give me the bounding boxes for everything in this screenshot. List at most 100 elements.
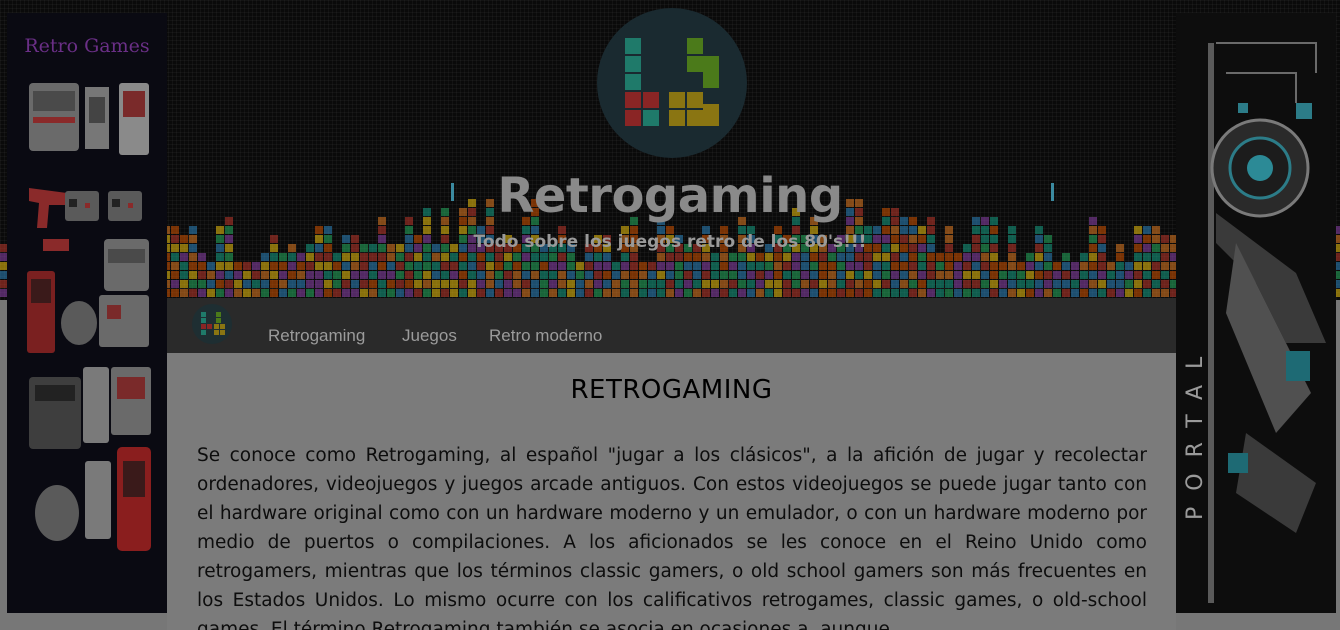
tetris-block [171, 289, 179, 297]
tetris-block [1143, 226, 1151, 234]
tetris-block [702, 262, 710, 270]
tetris-block [576, 262, 584, 270]
tetris-block [1116, 280, 1124, 288]
tetris-block [648, 289, 656, 297]
site-subtitle: Todo sobre los juegos retro de los 80's!… [473, 232, 867, 252]
tetris-block [639, 262, 647, 270]
tetris-block [180, 262, 188, 270]
tetris-block [738, 271, 746, 279]
tetris-block [315, 280, 323, 288]
tetris-block [1161, 244, 1169, 252]
tetris-block [1125, 262, 1133, 270]
tetris-block [198, 253, 206, 261]
tetris-block [306, 289, 314, 297]
tetris-block [288, 244, 296, 252]
tetris-block [738, 280, 746, 288]
tetris-block [531, 289, 539, 297]
tetris-block [837, 253, 845, 261]
retro-consoles-illustration [27, 83, 151, 551]
site-logo[interactable] [597, 8, 747, 158]
site-header: Retrogaming Todo sobre los juegos retro … [0, 0, 1340, 300]
tetris-block [270, 235, 278, 243]
tetris-block [333, 289, 341, 297]
tetris-block [936, 253, 944, 261]
tetris-block [360, 271, 368, 279]
tetris-block [1008, 271, 1016, 279]
tetris-block [1008, 280, 1016, 288]
tetris-block [855, 289, 863, 297]
tetris-block [684, 262, 692, 270]
tetris-block [441, 253, 449, 261]
tetris-block [252, 289, 260, 297]
tetris-block [279, 253, 287, 261]
tetris-block [747, 289, 755, 297]
tetris-block [495, 271, 503, 279]
tetris-block [225, 253, 233, 261]
tetris-block [1008, 289, 1016, 297]
tetris-block [837, 280, 845, 288]
tetris-block [882, 253, 890, 261]
tetris-block [1017, 280, 1025, 288]
tetris-block [1152, 244, 1160, 252]
tetris-block [468, 289, 476, 297]
tetris-block [495, 280, 503, 288]
tetris-block [1080, 280, 1088, 288]
tetris-block [324, 271, 332, 279]
tetris-block [594, 253, 602, 261]
tetris-block [1107, 271, 1115, 279]
tetris-block [837, 271, 845, 279]
tetris-block [675, 280, 683, 288]
tetris-block [1161, 235, 1169, 243]
tetris-block [477, 253, 485, 261]
tetris-block [657, 289, 665, 297]
tetris-block [693, 271, 701, 279]
tetris-block [639, 271, 647, 279]
site-title[interactable]: Retrogaming [420, 168, 920, 224]
tetris-block [774, 289, 782, 297]
tetris-block [234, 280, 242, 288]
tetris-block [963, 244, 971, 252]
tetris-block [180, 253, 188, 261]
tetris-block [999, 262, 1007, 270]
tetris-block [270, 262, 278, 270]
tetris-block [369, 289, 377, 297]
nav-item-juegos[interactable]: Juegos [402, 326, 457, 346]
tetris-block [801, 280, 809, 288]
tetris-block [1143, 235, 1151, 243]
tetris-block [297, 253, 305, 261]
tetris-block [558, 253, 566, 261]
tetris-block [1035, 289, 1043, 297]
tetris-block [909, 271, 917, 279]
tetris-block [342, 253, 350, 261]
tetris-block [459, 253, 467, 261]
tetris-block [216, 289, 224, 297]
tetris-block [279, 271, 287, 279]
tetris-block [891, 271, 899, 279]
tetris-block [1098, 235, 1106, 243]
tetris-block [630, 280, 638, 288]
tetris-block [918, 253, 926, 261]
tetris-block [441, 280, 449, 288]
tetris-block [1080, 271, 1088, 279]
nav-item-retrogaming[interactable]: Retrogaming [268, 326, 365, 346]
tetris-block [1134, 289, 1142, 297]
tetris-block [621, 262, 629, 270]
tetris-block [567, 280, 575, 288]
left-banner-ad[interactable]: Retro Games [7, 13, 167, 613]
tetris-block [189, 289, 197, 297]
article-body: Se conoce como Retrogaming, al español "… [197, 445, 1147, 630]
tetris-block [981, 253, 989, 261]
tetris-block [1044, 244, 1052, 252]
tetris-block [1098, 244, 1106, 252]
tetris-block [1161, 271, 1169, 279]
nav-item-retro-moderno[interactable]: Retro moderno [489, 326, 602, 346]
right-banner-ad[interactable] [1176, 13, 1336, 613]
tetris-block [927, 280, 935, 288]
tetris-block [423, 280, 431, 288]
tetris-block [765, 289, 773, 297]
tetris-block [585, 289, 593, 297]
tetris-block [783, 253, 791, 261]
tetris-block [189, 253, 197, 261]
nav-logo-icon[interactable] [192, 304, 232, 344]
tetris-block [270, 253, 278, 261]
